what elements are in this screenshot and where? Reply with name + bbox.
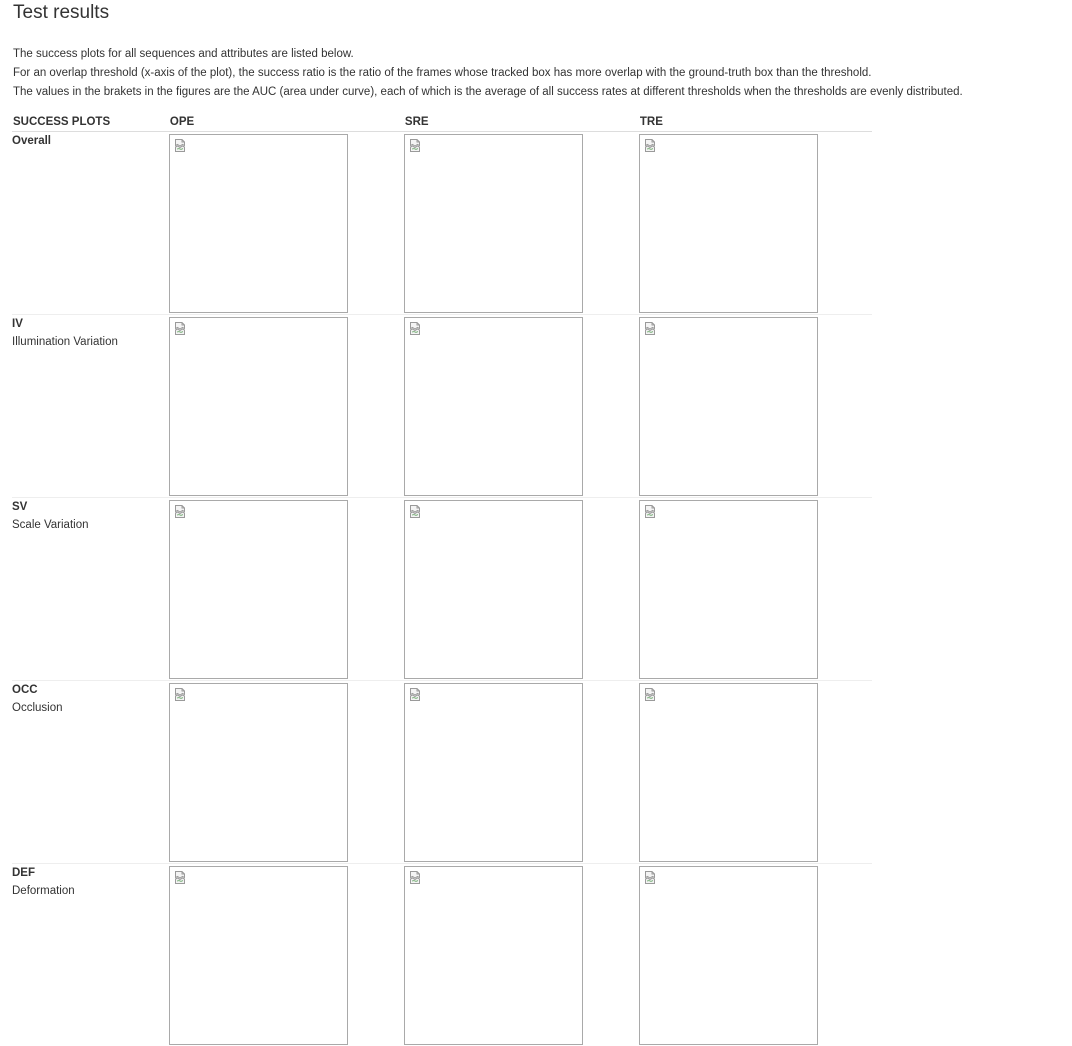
broken-image-icon (409, 139, 421, 152)
plot-cell-sre (404, 315, 639, 498)
plot-cell-tre (639, 498, 872, 681)
page-title: Test results (13, 2, 109, 24)
plot-cell-ope (169, 681, 404, 864)
broken-image-icon (644, 139, 656, 152)
success-plot-image-sre[interactable] (404, 500, 583, 679)
success-plot-image-sre[interactable] (404, 317, 583, 496)
success-plot-image-ope[interactable] (169, 317, 348, 496)
plot-cell-tre (639, 132, 872, 315)
success-plot-image-sre[interactable] (404, 866, 583, 1045)
broken-image-icon (174, 688, 186, 701)
success-plot-image-tre[interactable] (639, 317, 818, 496)
broken-image-icon (174, 871, 186, 884)
intro-text: The success plots for all sequences and … (13, 45, 963, 102)
row-label: OCCOcclusion (12, 681, 169, 864)
table-row: DEFDeformation (12, 864, 872, 1046)
attribute-code: Overall (12, 132, 169, 150)
broken-image-icon (644, 322, 656, 335)
broken-image-icon (174, 139, 186, 152)
plot-cell-tre (639, 864, 872, 1046)
plot-cell-ope (169, 132, 404, 315)
broken-image-icon (174, 322, 186, 335)
attribute-code: OCC (12, 681, 169, 699)
row-label: SVScale Variation (12, 498, 169, 681)
table-row: IVIllumination Variation (12, 315, 872, 498)
intro-line-3: The values in the brakets in the figures… (13, 83, 963, 102)
success-plot-image-sre[interactable] (404, 683, 583, 862)
attribute-code: IV (12, 315, 169, 333)
broken-image-icon (409, 688, 421, 701)
plot-cell-sre (404, 864, 639, 1046)
plot-cell-sre (404, 681, 639, 864)
success-plot-image-ope[interactable] (169, 683, 348, 862)
success-plot-image-ope[interactable] (169, 134, 348, 313)
broken-image-icon (644, 688, 656, 701)
success-plot-image-ope[interactable] (169, 866, 348, 1045)
plot-cell-sre (404, 132, 639, 315)
plot-cell-ope (169, 315, 404, 498)
broken-image-icon (644, 871, 656, 884)
intro-line-1: The success plots for all sequences and … (13, 45, 963, 64)
header-tre: TRE (639, 113, 872, 132)
attribute-name: Illumination Variation (12, 333, 169, 351)
plot-cell-ope (169, 498, 404, 681)
success-plots-table: SUCCESS PLOTS OPE SRE TRE Overall IVIllum… (12, 113, 872, 1046)
header-sre: SRE (404, 113, 639, 132)
table-row: SVScale Variation (12, 498, 872, 681)
attribute-name: Occlusion (12, 699, 169, 717)
success-plot-image-tre[interactable] (639, 683, 818, 862)
success-plot-image-ope[interactable] (169, 500, 348, 679)
row-label: Overall (12, 132, 169, 315)
broken-image-icon (174, 505, 186, 518)
success-plot-image-sre[interactable] (404, 134, 583, 313)
row-label: IVIllumination Variation (12, 315, 169, 498)
broken-image-icon (644, 505, 656, 518)
success-plot-image-tre[interactable] (639, 500, 818, 679)
table-row: OCCOcclusion (12, 681, 872, 864)
attribute-name: Scale Variation (12, 516, 169, 534)
row-label: DEFDeformation (12, 864, 169, 1046)
plot-cell-tre (639, 315, 872, 498)
plot-cell-ope (169, 864, 404, 1046)
attribute-name: Deformation (12, 882, 169, 900)
success-plot-image-tre[interactable] (639, 866, 818, 1045)
success-plot-image-tre[interactable] (639, 134, 818, 313)
table-header-row: SUCCESS PLOTS OPE SRE TRE (12, 113, 872, 132)
broken-image-icon (409, 505, 421, 518)
table-row: Overall (12, 132, 872, 315)
header-ope: OPE (169, 113, 404, 132)
attribute-code: DEF (12, 864, 169, 882)
intro-line-2: For an overlap threshold (x-axis of the … (13, 64, 963, 83)
header-success-plots: SUCCESS PLOTS (12, 113, 169, 132)
broken-image-icon (409, 871, 421, 884)
table-body: OverallIVIllumination VariationSVScale V… (12, 132, 872, 1046)
attribute-code: SV (12, 498, 169, 516)
broken-image-icon (409, 322, 421, 335)
plot-cell-tre (639, 681, 872, 864)
plot-cell-sre (404, 498, 639, 681)
